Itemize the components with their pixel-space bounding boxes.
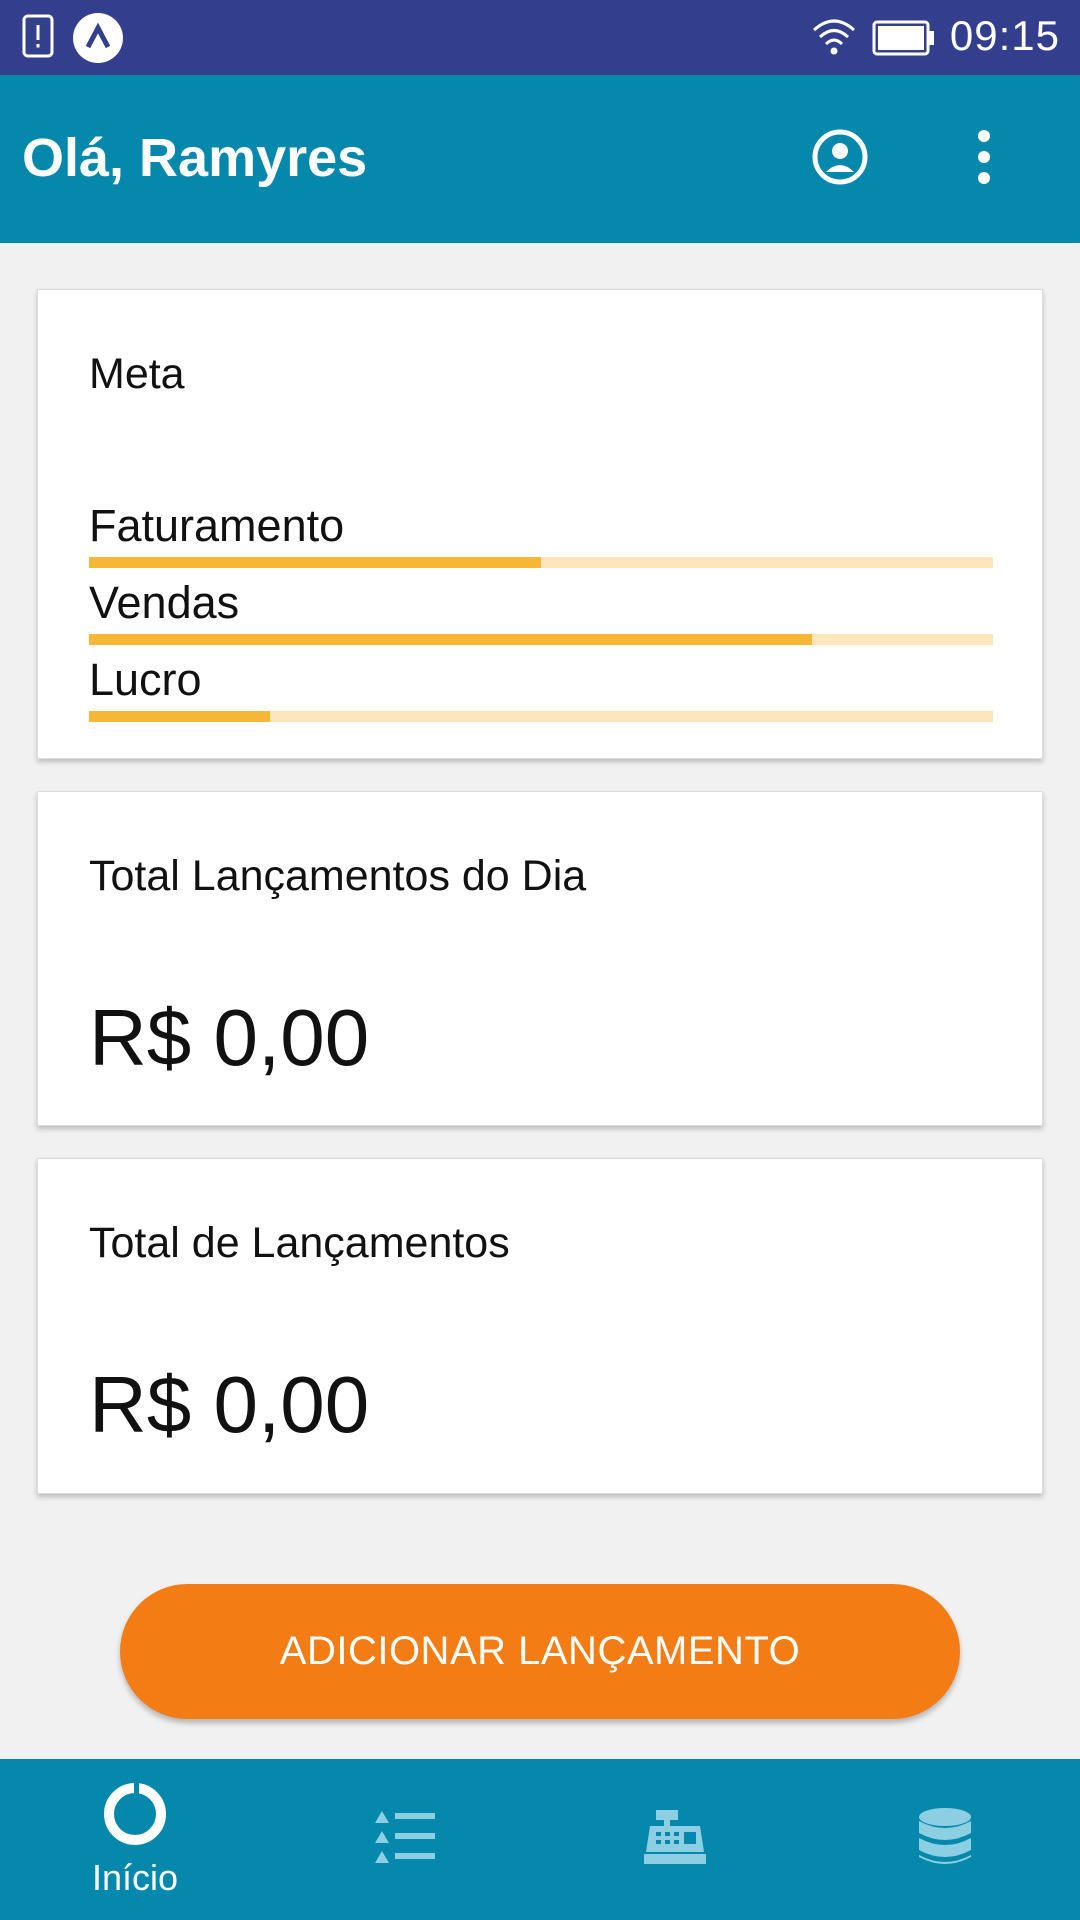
alert-notification-icon: [22, 14, 54, 63]
greeting-title: Olá, Ramyres: [22, 128, 368, 188]
home-donut-icon: [101, 1780, 169, 1853]
nav-item-inicio[interactable]: Início: [0, 1759, 270, 1920]
status-bar: 09:15: [0, 0, 1080, 75]
daily-total-title: Total Lançamentos do Dia: [89, 852, 587, 900]
app-bar: Olá, Ramyres: [0, 75, 1080, 243]
total-title: Total de Lançamentos: [89, 1219, 510, 1267]
goal-progress-fill: [89, 557, 541, 568]
goal-label-faturamento: Faturamento: [89, 500, 345, 551]
app-notification-icon: [72, 12, 124, 69]
goal-progress-fill: [89, 634, 813, 645]
goal-progress-fill: [89, 711, 270, 722]
goal-label-lucro: Lucro: [89, 654, 202, 705]
goal-progress-faturamento: [89, 557, 993, 568]
more-vert-icon: [974, 128, 994, 191]
wifi-icon: [810, 16, 858, 61]
bottom-navigation: Início: [0, 1759, 1080, 1920]
nav-item-database[interactable]: [810, 1759, 1080, 1920]
clock: 09:15: [949, 12, 1060, 59]
overflow-menu-button[interactable]: [942, 117, 1026, 201]
total-amount: R$ 0,00: [89, 1360, 370, 1449]
nav-item-list[interactable]: [270, 1759, 540, 1920]
goal-card-title: Meta: [89, 350, 185, 398]
total-card[interactable]: Total de Lançamentos R$ 0,00: [37, 1158, 1043, 1494]
daily-total-card[interactable]: Total Lançamentos do Dia R$ 0,00: [37, 791, 1043, 1126]
daily-total-amount: R$ 0,00: [89, 993, 370, 1082]
goal-progress-vendas: [89, 634, 993, 645]
list-icon: [373, 1809, 437, 1870]
cash-register-icon: [642, 1808, 708, 1871]
goal-label-vendas: Vendas: [89, 577, 240, 628]
add-entry-button[interactable]: ADICIONAR LANÇAMENTO: [120, 1584, 960, 1719]
battery-icon: [872, 20, 936, 61]
database-icon: [917, 1807, 973, 1872]
goal-card: Meta Faturamento Vendas Lucro: [37, 289, 1043, 759]
account-button[interactable]: [798, 117, 882, 201]
account-circle-icon: [811, 128, 869, 191]
nav-item-cash-register[interactable]: [540, 1759, 810, 1920]
nav-label-inicio: Início: [91, 1857, 179, 1898]
goal-progress-lucro: [89, 711, 993, 722]
